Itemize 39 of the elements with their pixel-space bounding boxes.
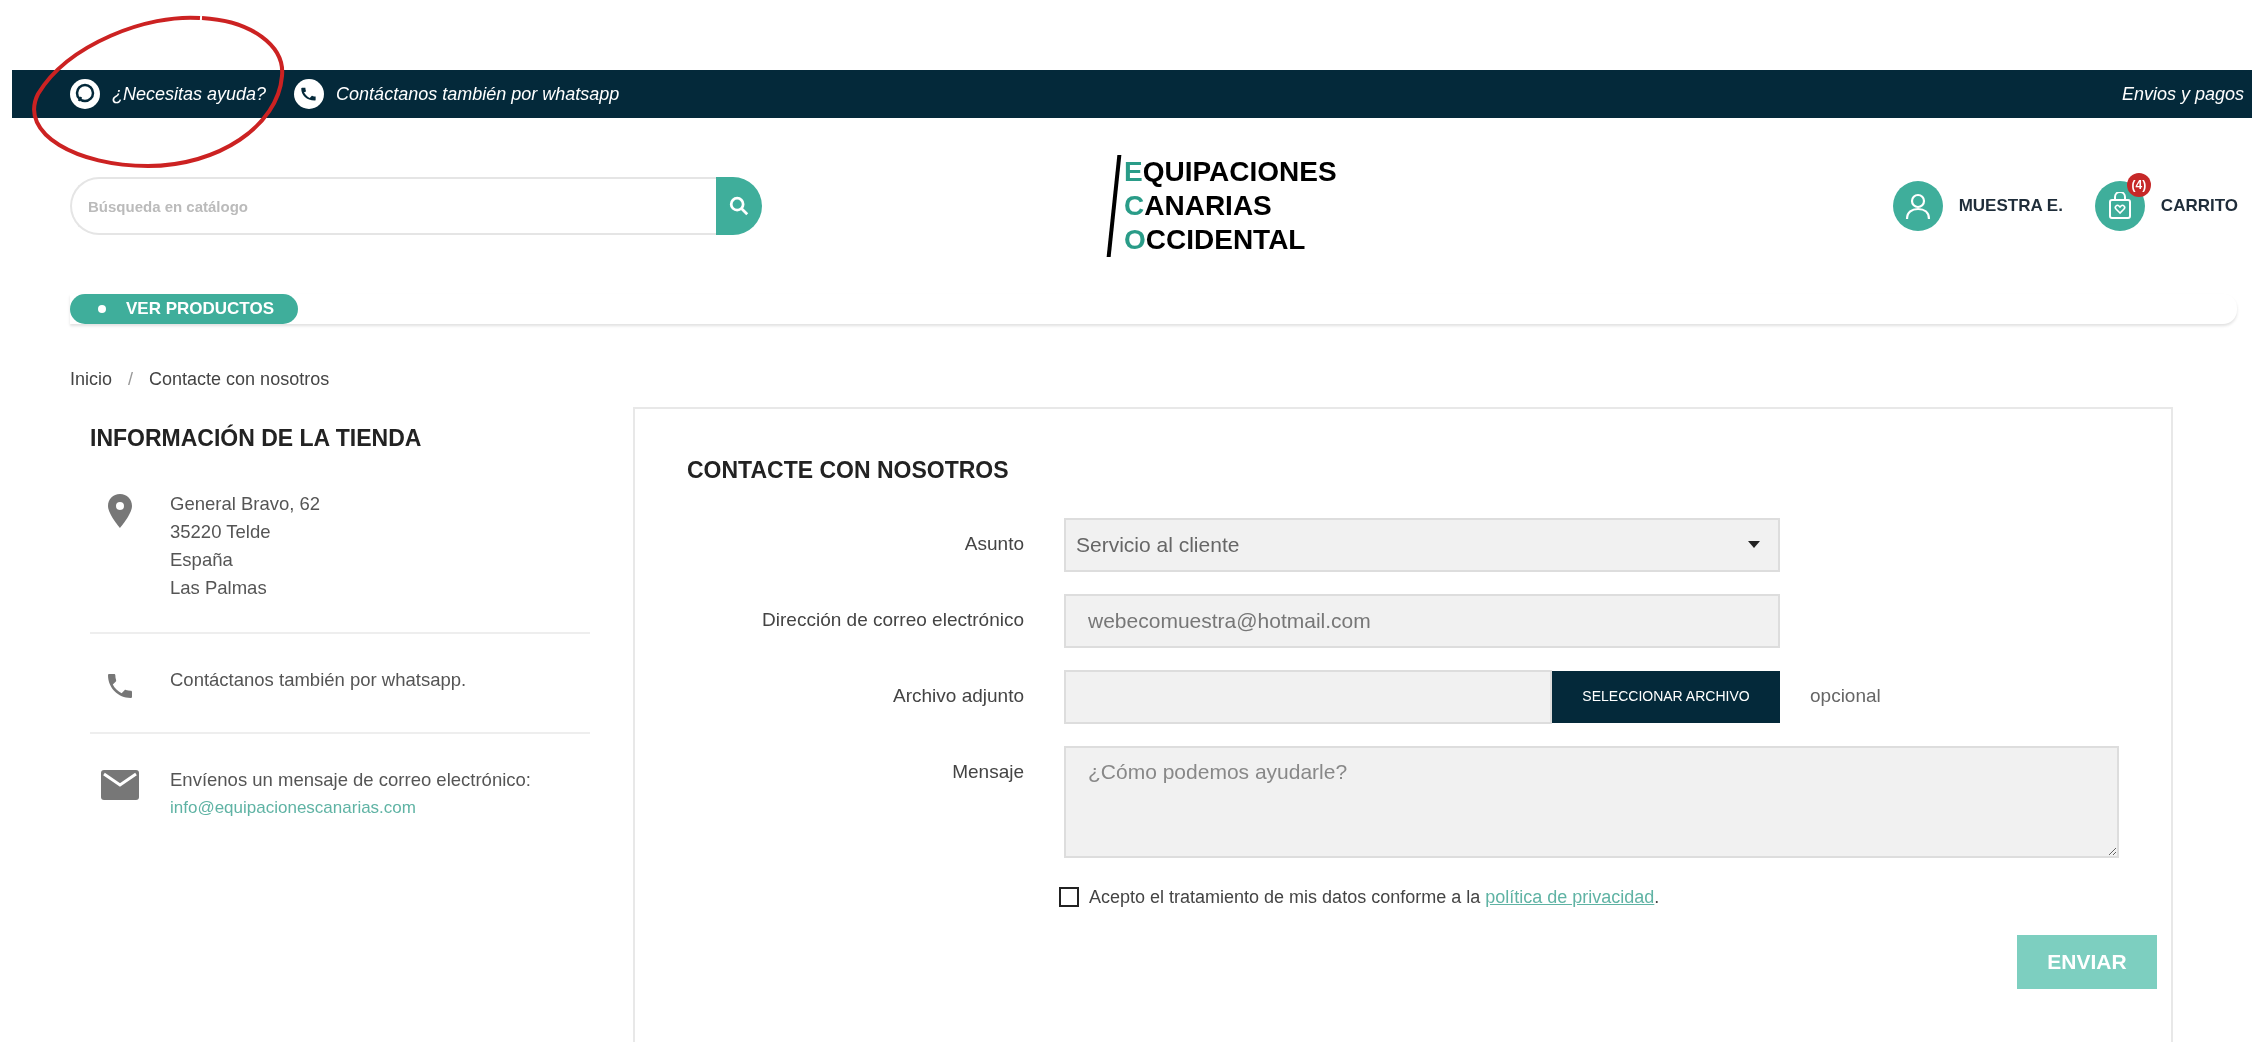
store-logo[interactable]: EQUIPACIONES CANARIAS OCCIDENTAL xyxy=(1104,151,1345,261)
consent-checkbox[interactable] xyxy=(1059,887,1079,907)
search-field[interactable]: Búsqueda en catálogo xyxy=(70,177,716,235)
location-pin-icon xyxy=(108,493,132,528)
store-info-text: España xyxy=(170,547,234,572)
email-field[interactable]: webecomuestra@hotmail.com xyxy=(1064,593,1780,648)
message-field[interactable]: ¿Cómo podemos ayudarle? xyxy=(1064,745,2119,858)
store-info-text: Las Palmas xyxy=(170,575,268,600)
field-label: Asunto xyxy=(963,532,1024,557)
cart-link[interactable]: CARRITO xyxy=(2160,193,2238,219)
optional-note: opcional xyxy=(1810,684,1881,709)
store-info-text: General Bravo, 62 xyxy=(170,491,321,516)
caret-icon xyxy=(1748,540,1760,549)
help-link[interactable]: ¿Necesitas ayuda? xyxy=(112,80,267,108)
search-icon xyxy=(728,195,750,217)
breadcrumb-separator: / xyxy=(128,368,134,391)
field-label: Archivo adjunto xyxy=(892,684,1024,709)
breadcrumb-link[interactable]: Inicio xyxy=(70,366,113,393)
store-info-text: Envíenos un mensaje de correo electrónico: xyxy=(170,767,531,792)
consent-text: Acepto el tratamiento de mis datos conforme a la política de privacidad. xyxy=(1089,885,1660,909)
select-file-button[interactable]: SELECCIONAR ARCHIVO xyxy=(1552,670,1780,723)
account-link[interactable]: MUESTRA E. xyxy=(1958,193,2063,219)
chat-bubble-icon xyxy=(70,79,100,109)
field-label: Dirección de correo electrónico xyxy=(761,608,1024,633)
whatsapp-link[interactable]: Contáctanos también por whatsapp xyxy=(336,80,620,108)
store-info-text: 35220 Telde xyxy=(170,519,272,544)
breadcrumb-link[interactable]: Contacte con nosotros xyxy=(149,366,330,393)
field-label: Mensaje xyxy=(951,759,1024,784)
phone-icon xyxy=(294,79,325,109)
file-field[interactable] xyxy=(1064,669,1552,724)
shipping-link[interactable]: Envios y pagos xyxy=(2121,80,2244,108)
envelope-icon xyxy=(101,769,139,800)
store-info-heading: INFORMACIÓN DE LA TIENDA xyxy=(90,423,423,453)
subject-select[interactable]: Servicio al cliente xyxy=(1064,517,1780,572)
user-icon[interactable] xyxy=(1892,181,1943,231)
contact-form-heading: CONTACTE CON NOSOTROS xyxy=(687,456,1010,485)
cart-count-badge: (4) xyxy=(2126,173,2151,197)
search-button[interactable] xyxy=(716,177,762,235)
store-info-text: Contáctanos también por whatsapp. xyxy=(170,667,467,692)
